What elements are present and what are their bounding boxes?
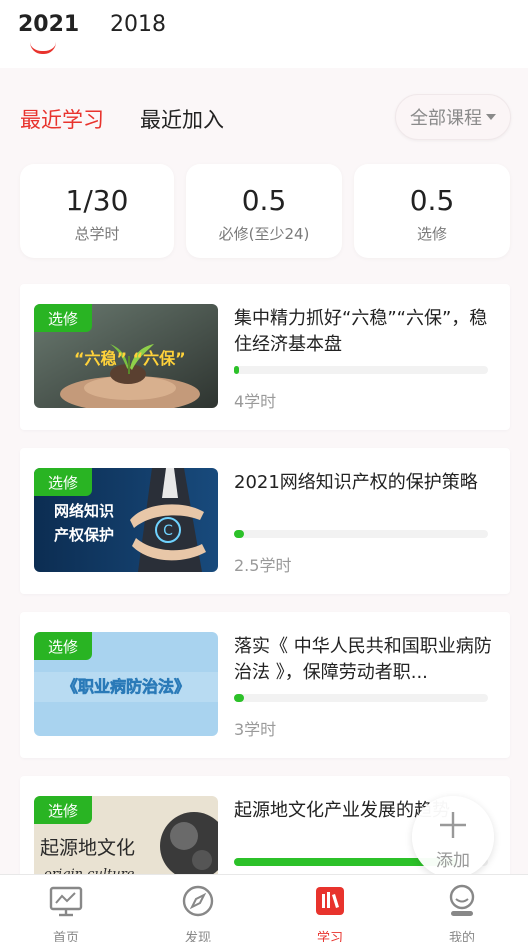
stat-value: 0.5 bbox=[241, 184, 287, 217]
stat-value: 1/30 bbox=[65, 184, 129, 217]
course-progress-fill bbox=[234, 694, 245, 702]
thumbnail-caption-line-2: 产权保护 bbox=[54, 526, 114, 544]
thumbnail-caption-line-1: 网络知识 bbox=[54, 502, 114, 520]
elective-badge: 选修 bbox=[34, 304, 92, 332]
thumbnail-caption: 《职业病防治法》 bbox=[62, 677, 190, 696]
monitor-icon bbox=[49, 886, 83, 917]
user-icon bbox=[449, 884, 475, 916]
nav-item-home[interactable]: 首页 bbox=[0, 875, 132, 942]
add-button-label: 添加 bbox=[436, 851, 470, 871]
course-filter-dropdown[interactable]: 全部课程 bbox=[395, 94, 511, 140]
year-tab-bar: 2021 2018 bbox=[0, 0, 528, 68]
nav-label: 发现 bbox=[184, 931, 211, 942]
nav-item-discover[interactable]: 发现 bbox=[132, 875, 264, 942]
nav-label: 我的 bbox=[448, 931, 475, 942]
course-progress-bar bbox=[234, 694, 488, 702]
caret-down-icon bbox=[486, 114, 496, 120]
course-hours: 3学时 bbox=[234, 720, 277, 739]
nav-label: 首页 bbox=[52, 931, 79, 942]
stat-label: 必修(至少24) bbox=[218, 225, 310, 243]
nav-label: 学习 bbox=[316, 931, 343, 942]
course-title: 集中精力抓好“六稳”“六保”，稳住经济基本盘 bbox=[234, 308, 488, 355]
books-icon bbox=[316, 887, 344, 915]
add-course-button[interactable]: 添加 bbox=[412, 796, 494, 878]
elective-badge: 选修 bbox=[34, 796, 92, 824]
course-progress-fill bbox=[234, 366, 240, 374]
stat-total-hours: 1/30 总学时 bbox=[20, 164, 174, 258]
active-tab-indicator bbox=[30, 42, 56, 54]
course-card[interactable]: “六稳” “六保” 选修 集中精力抓好“六稳”“六保”，稳住经济基本盘 4学时 bbox=[20, 284, 510, 430]
course-progress-bar bbox=[234, 366, 488, 374]
course-hours: 4学时 bbox=[234, 392, 277, 411]
compass-icon bbox=[182, 885, 214, 917]
nav-item-me[interactable]: 我的 bbox=[396, 875, 528, 942]
course-thumbnail: C 网络知识 产权保护 选修 bbox=[34, 468, 218, 572]
course-title: 落实《 中华人民共和国职业病防治法 》，保障劳动者职... bbox=[234, 636, 492, 683]
course-hours: 2.5学时 bbox=[234, 556, 292, 575]
course-card[interactable]: 《职业病防治法》 选修 落实《 中华人民共和国职业病防治法 》，保障劳动者职..… bbox=[20, 612, 510, 758]
stat-label: 总学时 bbox=[74, 225, 120, 243]
tab-recent-study[interactable]: 最近学习 bbox=[20, 104, 104, 134]
stat-value: 0.5 bbox=[409, 184, 455, 217]
nav-item-study[interactable]: 学习 bbox=[264, 875, 396, 942]
stat-required-hours: 0.5 必修(至少24) bbox=[186, 164, 342, 258]
course-progress-bar bbox=[234, 530, 488, 538]
stat-elective-hours: 0.5 选修 bbox=[354, 164, 510, 258]
tab-year-2021[interactable]: 2021 bbox=[18, 12, 79, 37]
plus-icon bbox=[440, 812, 466, 838]
course-thumbnail: “六稳” “六保” 选修 bbox=[34, 304, 218, 408]
course-title: 2021网络知识产权的保护策略 bbox=[234, 472, 478, 493]
course-progress-fill bbox=[234, 530, 245, 538]
stat-label: 选修 bbox=[416, 225, 447, 243]
elective-badge: 选修 bbox=[34, 468, 92, 496]
course-filter-label: 全部课程 bbox=[410, 108, 482, 129]
thumbnail-caption: “六稳” “六保” bbox=[74, 349, 186, 368]
course-thumbnail: 《职业病防治法》 选修 bbox=[34, 632, 218, 736]
tab-recent-added[interactable]: 最近加入 bbox=[140, 104, 224, 134]
bottom-nav: 首页 发现 学习 我的 bbox=[0, 874, 528, 942]
course-card[interactable]: C 网络知识 产权保护 选修 2021网络知识产权的保护策略 2.5学时 bbox=[20, 448, 510, 594]
thumbnail-caption-line-1: 起源地文化 bbox=[40, 837, 135, 859]
elective-badge: 选修 bbox=[34, 632, 92, 660]
svg-text:C: C bbox=[163, 523, 173, 539]
tab-year-2018[interactable]: 2018 bbox=[110, 12, 166, 37]
